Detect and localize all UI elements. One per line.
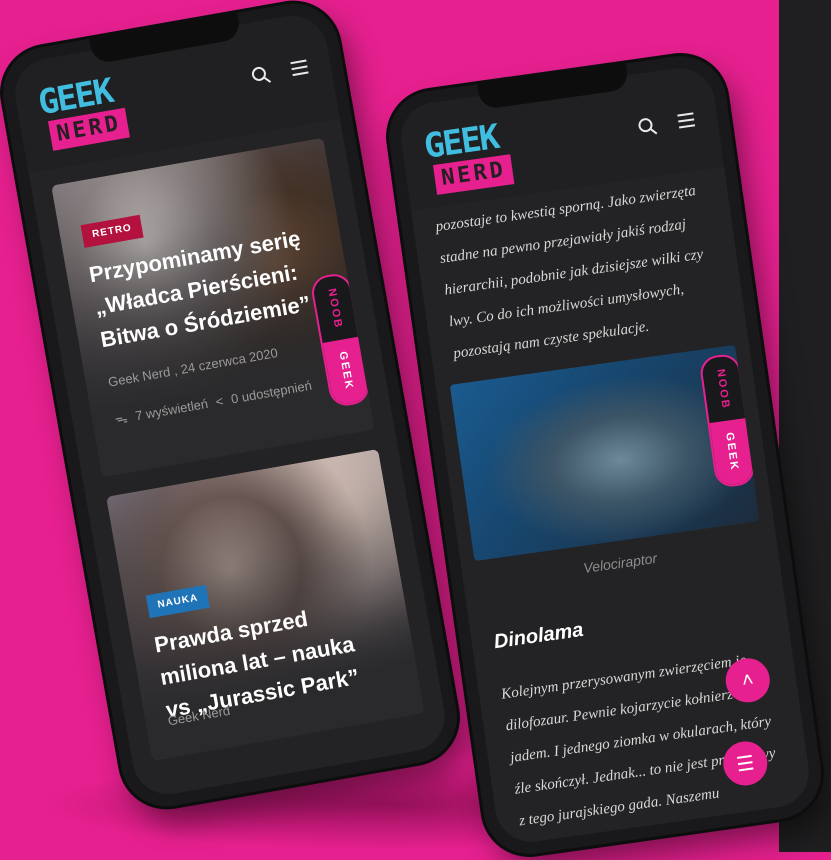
article-intro-text: pozostaje to kwestią sporną. Jako zwierz… [434,182,705,363]
hamburger-menu-icon[interactable] [676,110,697,136]
chevron-up-icon: ˄ [740,668,755,692]
toggle-geek-label: GEEK [336,351,356,392]
views-icon: ᯓ [113,410,129,428]
toggle-noob[interactable]: NOOB [312,274,359,343]
toggle-geek[interactable]: GEEK [322,336,370,406]
hamburger-menu-icon[interactable] [289,57,311,84]
article-image-velociraptor: NOOB GEEK [449,344,760,562]
phone-right-screen: GEEK NERD pozostaje to kwestią sporną. J… [396,63,814,847]
toggle-noob-label: NOOB [714,367,732,411]
phone-left-screen: GEEK NERD RETRO Przypominamy serię „Wład… [9,10,451,800]
hamburger-menu-icon: ☰ [734,751,756,777]
toggle-geek-label: GEEK [723,432,741,473]
toggle-noob-label: NOOB [325,287,345,330]
article-card-retro[interactable]: RETRO Przypominamy serię „Władca Pierści… [51,137,375,478]
share-icon: < [214,392,225,409]
search-icon[interactable] [636,116,659,143]
section-heading: Dinolama [492,618,585,654]
geek-nerd-logo[interactable]: GEEK NERD [35,71,137,158]
article-card-nauka[interactable]: NAUKA Prawda sprzed miliona lat – nauka … [106,448,425,761]
toggle-noob[interactable]: NOOB [701,355,746,423]
geek-nerd-logo[interactable]: GEEK NERD [422,117,521,202]
toggle-geek[interactable]: GEEK [709,418,755,487]
search-icon[interactable] [250,64,274,91]
